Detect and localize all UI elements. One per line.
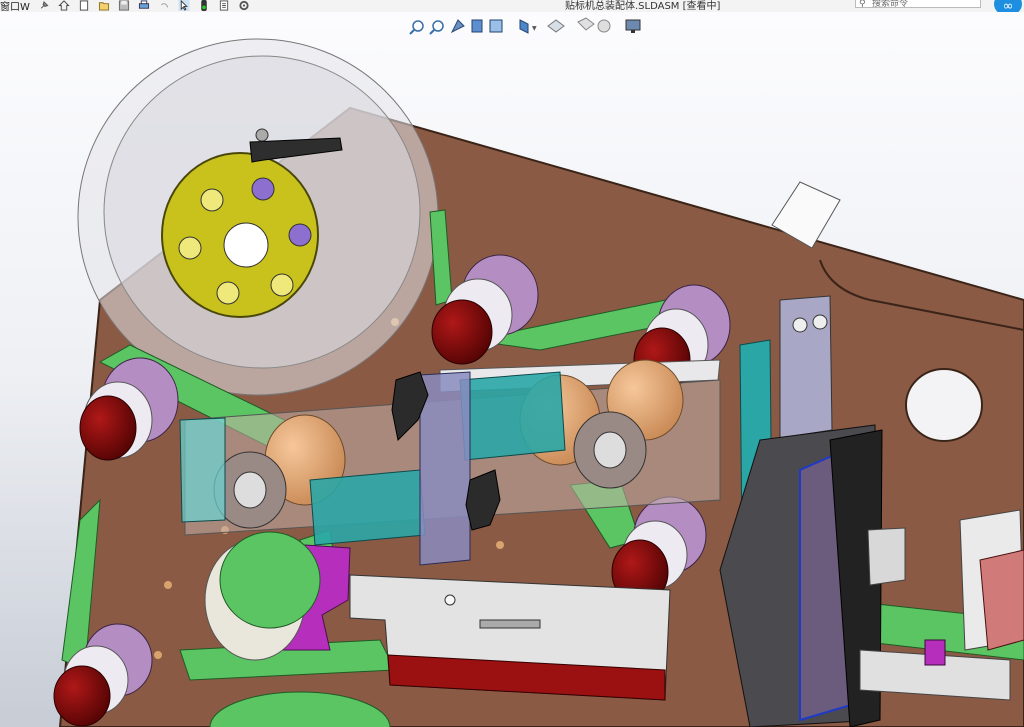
center-plate (419, 371, 471, 566)
traffic-light-icon[interactable] (198, 0, 210, 11)
search-placeholder: 搜索命令 (872, 0, 909, 9)
dynamic-annotation-icon[interactable] (489, 19, 503, 33)
search-commands-input[interactable]: ⚲ 搜索命令 (855, 0, 981, 9)
linear-actuator[interactable] (349, 574, 671, 701)
svg-text:▼: ▼ (532, 25, 537, 32)
label-spool[interactable] (77, 38, 439, 396)
save-icon[interactable] (118, 0, 130, 11)
pin-icon[interactable] (38, 0, 50, 11)
options-gear-icon[interactable] (238, 0, 250, 11)
new-document-icon[interactable] (78, 0, 90, 11)
edit-appearance-icon[interactable] (597, 19, 611, 33)
section-view-icon[interactable] (471, 19, 483, 33)
search-icon: ⚲ (859, 0, 866, 9)
home-icon[interactable] (58, 0, 70, 11)
file-properties-icon[interactable] (218, 0, 230, 11)
open-document-icon[interactable] (98, 0, 110, 11)
graphics-area[interactable]: ▼ (0, 12, 1024, 727)
undo-icon[interactable] (158, 0, 170, 11)
document-title: 贴标机总装配体.SLDASM [查看中] (565, 1, 721, 12)
print-icon[interactable] (138, 0, 150, 11)
window-menu-label[interactable]: 窗口W (0, 0, 30, 13)
quick-access-toolbar: 窗口W (0, 0, 250, 12)
select-arrow-icon[interactable] (178, 0, 190, 11)
